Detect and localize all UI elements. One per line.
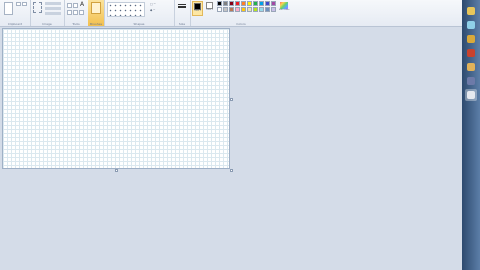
group-label-image: Image [42, 22, 52, 26]
palette-swatch[interactable] [241, 7, 246, 12]
taskbar-button[interactable] [465, 61, 477, 73]
group-label-tools: Tools [72, 22, 80, 26]
palette-swatch[interactable] [241, 1, 246, 6]
folder-icon [467, 7, 475, 15]
group-label-colors: Colors [236, 22, 246, 26]
color1-button[interactable]: Color 1 [192, 1, 203, 16]
color2-label: Color 2 [205, 9, 214, 11]
size-icon[interactable] [178, 4, 186, 10]
palette-swatch[interactable] [223, 1, 228, 6]
palette-swatch[interactable] [271, 1, 276, 6]
copy-button[interactable] [22, 2, 27, 6]
eraser-tool-button[interactable] [67, 10, 72, 15]
color1-label: Color 1 [193, 10, 202, 12]
shapes-gallery[interactable] [107, 2, 145, 17]
picker-tool-button[interactable] [73, 10, 78, 15]
text-tool-icon[interactable]: A [80, 2, 84, 8]
brush-icon[interactable] [91, 2, 101, 14]
fill-button[interactable]: ◆ ─ [150, 9, 155, 12]
magnifier-tool-button[interactable] [79, 10, 84, 15]
palette-swatch[interactable] [247, 7, 252, 12]
ribbon: Clipboard Image A Tools Brushes □ ─ ◆ ─ … [0, 0, 462, 27]
palette-swatch[interactable] [265, 7, 270, 12]
select-button[interactable] [33, 2, 42, 13]
cut-button[interactable] [16, 2, 21, 6]
palette-swatch[interactable] [235, 1, 240, 6]
pencil-tool-button[interactable] [67, 3, 72, 8]
palette-swatch[interactable] [229, 7, 234, 12]
group-label-brushes: Brushes [89, 22, 103, 26]
rotate-button[interactable] [45, 12, 61, 15]
resize-handle-bottom[interactable] [115, 169, 118, 172]
palette-swatch[interactable] [235, 7, 240, 12]
group-shapes: □ ─ ◆ ─ Shapes [104, 0, 175, 26]
palette-swatch[interactable] [265, 1, 270, 6]
palette-swatch[interactable] [217, 7, 222, 12]
palette-swatch[interactable] [217, 1, 222, 6]
palette-swatch[interactable] [223, 7, 228, 12]
palette-swatch[interactable] [253, 1, 258, 6]
edit-colors-label: Edit colors [279, 9, 290, 11]
taskbar-button[interactable] [465, 89, 477, 101]
resize-handle-right[interactable] [230, 98, 233, 101]
palette-swatch[interactable] [253, 7, 258, 12]
group-clipboard: Clipboard [0, 0, 31, 26]
group-label-shapes: Shapes [133, 22, 145, 26]
color-palette [217, 1, 277, 13]
group-size: Size [174, 0, 191, 26]
fill-tool-button[interactable] [73, 3, 78, 8]
palette-swatch[interactable] [271, 7, 276, 12]
edit-colors-button[interactable]: Edit colors [279, 1, 289, 16]
chrome-icon [467, 35, 475, 43]
group-tools: A Tools [64, 0, 89, 26]
games-icon [467, 77, 475, 85]
media-icon [467, 49, 475, 57]
user-icon [467, 63, 475, 71]
taskbar-button[interactable] [465, 75, 477, 87]
resize-handle-corner[interactable] [230, 169, 233, 172]
taskbar-button[interactable] [465, 5, 477, 17]
color1-swatch [194, 3, 201, 10]
taskbar-button[interactable] [465, 47, 477, 59]
group-label-size: Size [178, 22, 186, 26]
taskbar-button[interactable] [465, 33, 477, 45]
palette-swatch[interactable] [259, 1, 264, 6]
resize-button[interactable] [45, 7, 61, 10]
group-brushes: Brushes [88, 0, 105, 26]
paste-button[interactable] [4, 2, 13, 15]
palette-swatch[interactable] [259, 7, 264, 12]
paint-icon [467, 91, 475, 99]
group-label-clipboard: Clipboard [7, 22, 23, 26]
color2-button[interactable]: Color 2 [204, 1, 215, 16]
taskbar-button[interactable] [465, 19, 477, 31]
edit-colors-icon [280, 2, 288, 9]
drawing-canvas[interactable] [2, 28, 230, 169]
group-image: Image [30, 0, 65, 26]
color2-swatch [206, 2, 213, 9]
recycle-icon [467, 21, 475, 29]
canvas-area[interactable] [0, 27, 462, 270]
outline-button[interactable]: □ ─ [150, 3, 156, 6]
palette-swatch[interactable] [247, 1, 252, 6]
palette-swatch[interactable] [229, 1, 234, 6]
taskbar [462, 0, 480, 270]
group-colors: Color 1 Color 2 Edit colors Colors [190, 0, 292, 26]
crop-button[interactable] [45, 2, 61, 5]
